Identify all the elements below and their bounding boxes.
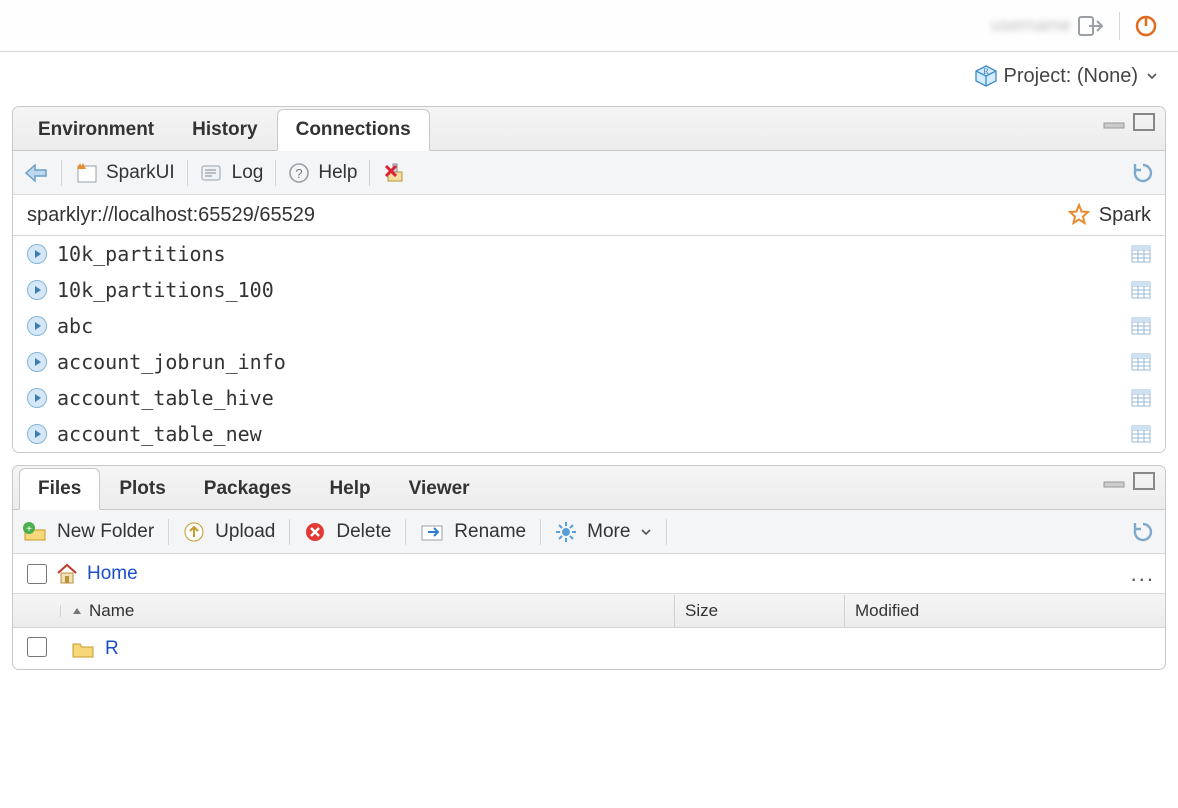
tab-files[interactable]: Files (19, 468, 100, 510)
refresh-icon[interactable] (1131, 161, 1155, 185)
table-name: account_table_hive (57, 386, 1131, 410)
rename-icon[interactable] (420, 522, 444, 542)
sparkui-button[interactable]: SparkUI (106, 162, 175, 184)
svg-text:+: + (26, 524, 32, 535)
sparkui-icon[interactable] (74, 162, 98, 184)
table-row[interactable]: 10k_partitions_100 (13, 272, 1165, 308)
breadcrumb-more-icon[interactable]: ... (1131, 561, 1155, 587)
tab-packages[interactable]: Packages (185, 468, 311, 510)
new-folder-button[interactable]: New Folder (57, 521, 154, 543)
tab-environment[interactable]: Environment (19, 109, 173, 151)
file-row: R (13, 628, 1165, 669)
preview-table-icon[interactable] (1131, 281, 1151, 299)
minimize-icon[interactable] (1103, 115, 1125, 129)
tab-connections[interactable]: Connections (277, 109, 430, 151)
delete-icon[interactable] (304, 521, 326, 543)
table-row[interactable]: abc (13, 308, 1165, 344)
log-icon[interactable] (200, 163, 224, 183)
connections-table-list: 10k_partitions 10k_partitions_100abc accou… (13, 236, 1165, 452)
gear-icon[interactable] (555, 521, 577, 543)
expand-icon[interactable] (27, 424, 47, 444)
breadcrumb-home[interactable]: Home (87, 563, 138, 585)
table-name: account_table_new (57, 422, 1131, 446)
table-row[interactable]: account_jobrun_info (13, 344, 1165, 380)
chevron-down-icon[interactable] (640, 526, 652, 538)
help-icon[interactable]: ? (288, 162, 310, 184)
expand-icon[interactable] (27, 280, 47, 300)
refresh-icon[interactable] (1131, 520, 1155, 544)
preview-table-icon[interactable] (1131, 389, 1151, 407)
back-arrow-icon[interactable] (23, 162, 49, 184)
upload-button[interactable]: Upload (215, 521, 275, 543)
upload-icon[interactable] (183, 521, 205, 543)
preview-table-icon[interactable] (1131, 245, 1151, 263)
folder-icon (71, 639, 95, 659)
column-modified[interactable]: Modified (855, 601, 919, 620)
expand-icon[interactable] (27, 388, 47, 408)
separator (1119, 12, 1120, 40)
expand-icon[interactable] (27, 316, 47, 336)
table-row[interactable]: account_table_hive (13, 380, 1165, 416)
app-topbar: username (0, 0, 1178, 52)
maximize-icon[interactable] (1133, 115, 1155, 129)
help-button[interactable]: Help (318, 162, 357, 184)
files-list: R (13, 628, 1165, 669)
project-label[interactable]: Project: (None) (1004, 65, 1139, 88)
sort-asc-icon[interactable] (71, 605, 83, 617)
maximize-icon[interactable] (1133, 474, 1155, 488)
svg-text:?: ? (296, 166, 303, 181)
username-label: username (991, 15, 1071, 36)
preview-table-icon[interactable] (1131, 353, 1151, 371)
project-bar: R Project: (None) (0, 52, 1178, 100)
table-row[interactable]: 10k_partitions (13, 236, 1165, 272)
connections-toolbar: SparkUI Log ? Help (13, 151, 1165, 195)
files-header: Name Size Modified (13, 594, 1165, 628)
chevron-down-icon[interactable] (1146, 70, 1158, 82)
delete-button[interactable]: Delete (336, 521, 391, 543)
table-name: 10k_partitions_100 (57, 278, 1131, 302)
preview-table-icon[interactable] (1131, 425, 1151, 443)
connection-type-label: Spark (1099, 204, 1151, 227)
more-button[interactable]: More (587, 521, 630, 543)
files-pane: FilesPlotsPackagesHelpViewer + New Folde… (12, 465, 1166, 670)
connection-string: sparklyr://localhost:65529/65529 (27, 204, 315, 227)
new-folder-icon[interactable]: + (23, 522, 47, 542)
expand-icon[interactable] (27, 352, 47, 372)
row-checkbox[interactable] (27, 637, 47, 657)
expand-icon[interactable] (27, 244, 47, 264)
column-size[interactable]: Size (685, 601, 718, 620)
connections-tabstrip: EnvironmentHistoryConnections (13, 107, 1165, 151)
home-icon[interactable] (55, 563, 79, 585)
power-icon[interactable] (1134, 14, 1158, 38)
table-row[interactable]: account_table_new (13, 416, 1165, 452)
tab-history[interactable]: History (173, 109, 276, 151)
rename-button[interactable]: Rename (454, 521, 526, 543)
tab-plots[interactable]: Plots (100, 468, 184, 510)
select-all-checkbox[interactable] (27, 564, 47, 584)
column-name[interactable]: Name (89, 601, 134, 621)
disconnect-icon[interactable] (382, 162, 408, 184)
svg-text:R: R (983, 67, 989, 76)
file-name-link[interactable]: R (105, 638, 119, 660)
sign-out-icon[interactable] (1077, 14, 1105, 38)
files-toolbar: + New Folder Upload Delete (13, 510, 1165, 554)
tab-viewer[interactable]: Viewer (390, 468, 489, 510)
table-name: 10k_partitions (57, 242, 1131, 266)
connection-string-bar: sparklyr://localhost:65529/65529 Spark (13, 195, 1165, 236)
spark-star-icon (1067, 203, 1091, 227)
files-tabstrip: FilesPlotsPackagesHelpViewer (13, 466, 1165, 510)
project-cube-icon: R (974, 64, 998, 88)
preview-table-icon[interactable] (1131, 317, 1151, 335)
log-button[interactable]: Log (232, 162, 264, 184)
minimize-icon[interactable] (1103, 474, 1125, 488)
files-breadcrumb: Home ... (13, 554, 1165, 594)
tab-help[interactable]: Help (310, 468, 389, 510)
table-name: account_jobrun_info (57, 350, 1131, 374)
table-name: abc (57, 314, 1131, 338)
connections-pane: EnvironmentHistoryConnections SparkUI (12, 106, 1166, 453)
